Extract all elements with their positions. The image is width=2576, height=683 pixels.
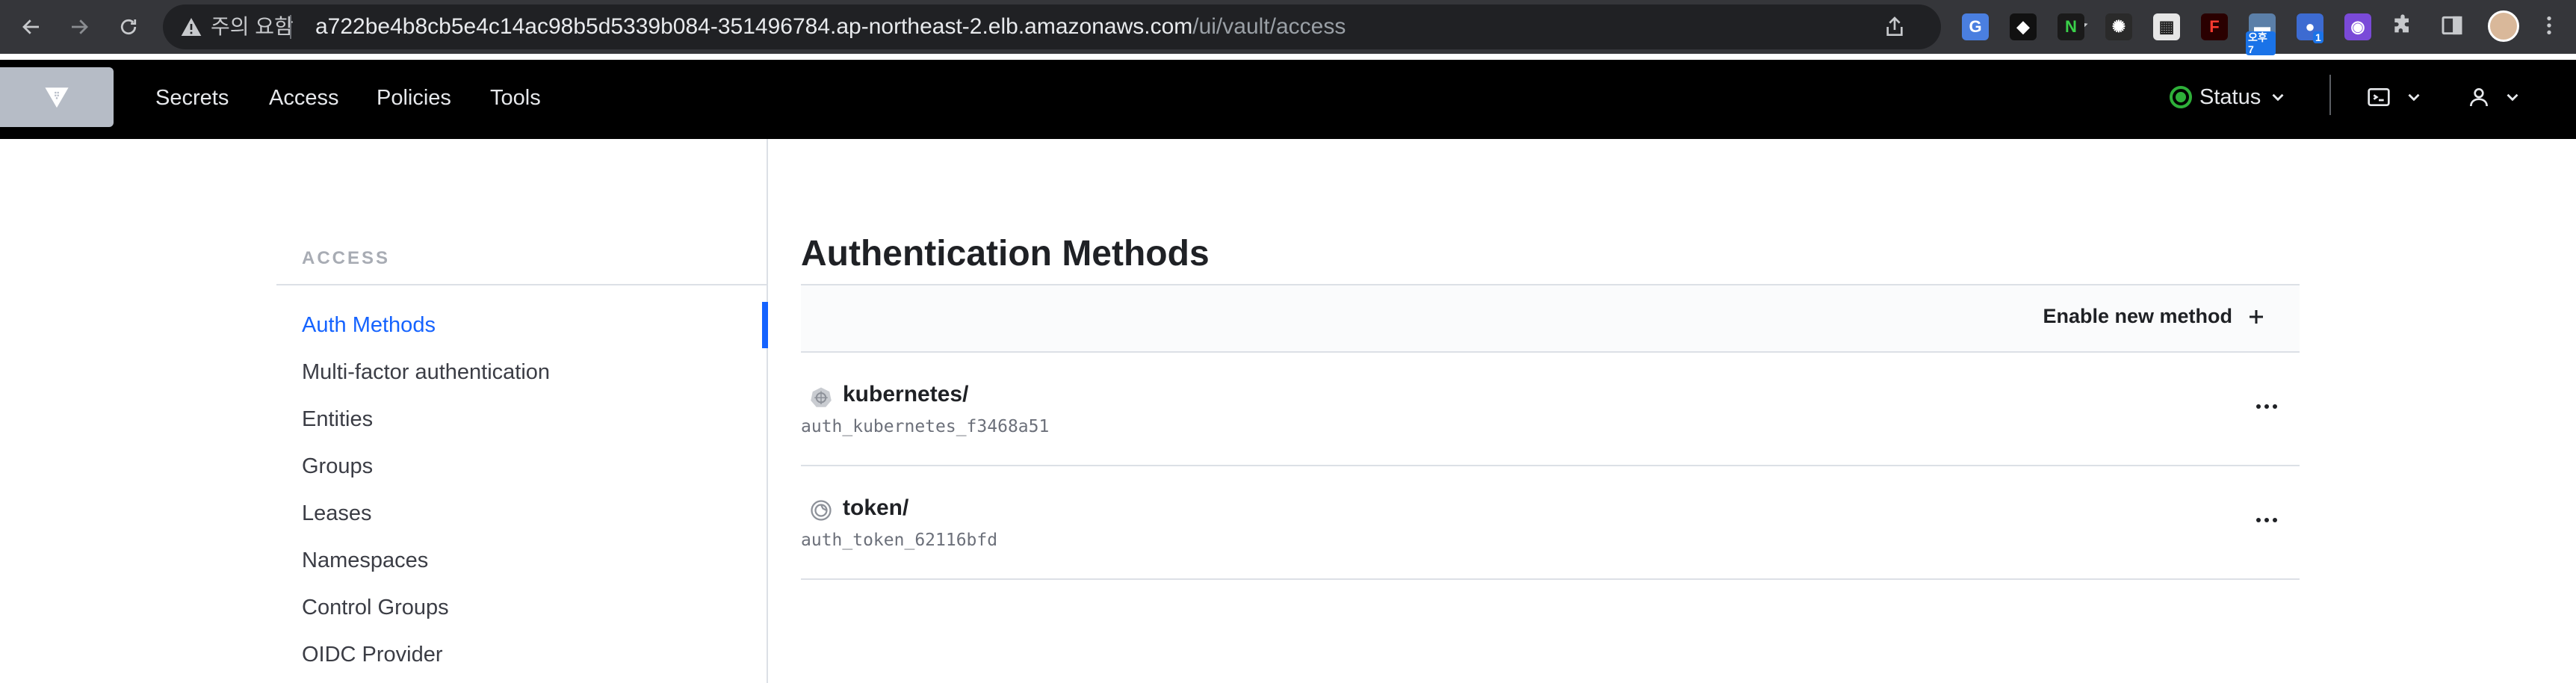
url-path: /ui/vault/access [1192, 14, 1346, 39]
ellipsis-dot [2273, 404, 2277, 409]
row-actions-menu[interactable] [2249, 507, 2285, 534]
sidebar-divider [276, 284, 768, 285]
vault-navbar: Secrets Access Policies Tools Status [0, 60, 2576, 139]
enable-new-method-button[interactable]: Enable new method [2043, 305, 2265, 328]
extensions-puzzle-icon[interactable] [2391, 13, 2415, 37]
ellipsis-dot [2256, 404, 2261, 409]
auth-method-path[interactable]: kubernetes/ [843, 381, 968, 408]
status-ok-icon [2170, 86, 2192, 108]
sidebar-item-oidc-provider[interactable]: OIDC Provider [302, 642, 443, 667]
nav-divider [2329, 75, 2331, 115]
share-icon[interactable] [1883, 15, 1907, 39]
page-title: Authentication Methods [801, 234, 1210, 273]
auth-method-row[interactable]: token/ auth_token_62116bfd [801, 468, 2300, 580]
auth-method-row[interactable]: kubernetes/ auth_kubernetes_f3468a51 [801, 354, 2300, 466]
ellipsis-dot [2273, 518, 2277, 522]
url-host: a722be4b8cb5e4c14ac98b5d5339b084-3514967… [315, 14, 1193, 39]
arrow-right-icon [72, 19, 88, 34]
vault-logo-icon [45, 87, 69, 108]
chevron-down-icon [2507, 93, 2518, 102]
kubernetes-icon [811, 387, 832, 407]
sidebar-item-groups[interactable]: Groups [302, 454, 373, 479]
user-menu[interactable] [2467, 82, 2522, 112]
f-extension-icon[interactable]: F [2201, 13, 2228, 40]
url-text[interactable]: a722be4b8cb5e4c14ac98b5d5339b084-3514967… [315, 16, 1346, 38]
notion-like-icon[interactable]: ◆ [2010, 13, 2037, 40]
status-menu[interactable]: Status [2170, 82, 2288, 112]
sidebar-item-leases[interactable]: Leases [302, 501, 372, 526]
browser-toolbar: 주의 요함 a722be4b8cb5e4c14ac98b5d5339b084-3… [0, 0, 2576, 55]
nav-tools[interactable]: Tools [490, 85, 541, 111]
console-menu[interactable] [2365, 82, 2424, 112]
sidebar-item-auth-methods[interactable]: Auth Methods [302, 312, 436, 338]
n-extension-icon[interactable]: N [2058, 13, 2084, 40]
more-vertical-icon[interactable] [2537, 13, 2561, 37]
access-sidebar: ACCESS Auth Methods Multi-factor authent… [0, 139, 768, 683]
nav-access[interactable]: Access [269, 85, 338, 111]
user-icon [2470, 88, 2488, 107]
profile-avatar[interactable] [2488, 10, 2519, 42]
auth-method-accessor: auth_token_62116bfd [801, 531, 998, 550]
qr-code-icon[interactable]: ▦ [2153, 13, 2180, 40]
security-status[interactable]: 주의 요함 [211, 16, 294, 38]
arrow-left-icon [22, 19, 39, 34]
ellipsis-dot [2264, 518, 2269, 522]
forward-button[interactable] [63, 10, 96, 43]
status-label: Status [2199, 84, 2261, 109]
calendar-icon[interactable]: ▬ 오후 7 [2246, 13, 2276, 55]
reload-button[interactable] [112, 10, 145, 43]
chevron-down-icon [2408, 93, 2420, 102]
back-button[interactable] [15, 10, 48, 43]
ellipsis-dot [2264, 404, 2269, 409]
reload-icon [120, 19, 137, 35]
extension-badge: 오후 7 [2246, 31, 2276, 55]
color-wheel-icon[interactable]: ◉ [2344, 13, 2371, 40]
nav-policies[interactable]: Policies [377, 85, 451, 111]
globe-extension-icon[interactable]: ● 1 [2297, 13, 2323, 43]
plus-icon [2250, 309, 2263, 324]
sidebar-heading: ACCESS [302, 248, 391, 268]
chevron-down-icon [2272, 93, 2284, 102]
address-bar[interactable]: 주의 요함 a722be4b8cb5e4c14ac98b5d5339b084-3… [163, 4, 2088, 49]
extension-badge: 1 [2313, 31, 2323, 43]
ellipsis-dot [2256, 518, 2261, 522]
sidebar-item-namespaces[interactable]: Namespaces [302, 548, 428, 573]
toolbar: Enable new method [801, 284, 2300, 353]
warning-icon [181, 18, 202, 36]
sidebar-item-entities[interactable]: Entities [302, 407, 373, 432]
vault-home-link[interactable] [0, 67, 114, 127]
terminal-icon [2368, 88, 2390, 106]
openai-icon[interactable]: ✺ [2105, 13, 2132, 40]
side-panel-icon[interactable] [2440, 13, 2464, 37]
row-actions-menu[interactable] [2249, 393, 2285, 420]
active-indicator [762, 302, 768, 348]
address-divider [290, 15, 291, 39]
auth-method-path[interactable]: token/ [843, 495, 908, 522]
sidebar-item-control-groups[interactable]: Control Groups [302, 595, 449, 620]
auth-method-accessor: auth_kubernetes_f3468a51 [801, 417, 1050, 436]
token-icon [811, 500, 832, 521]
google-translate-icon[interactable]: G [1962, 13, 1989, 40]
sidebar-item-mfa[interactable]: Multi-factor authentication [302, 359, 550, 385]
nav-secrets[interactable]: Secrets [155, 85, 229, 111]
enable-new-method-label: Enable new method [2043, 305, 2232, 327]
